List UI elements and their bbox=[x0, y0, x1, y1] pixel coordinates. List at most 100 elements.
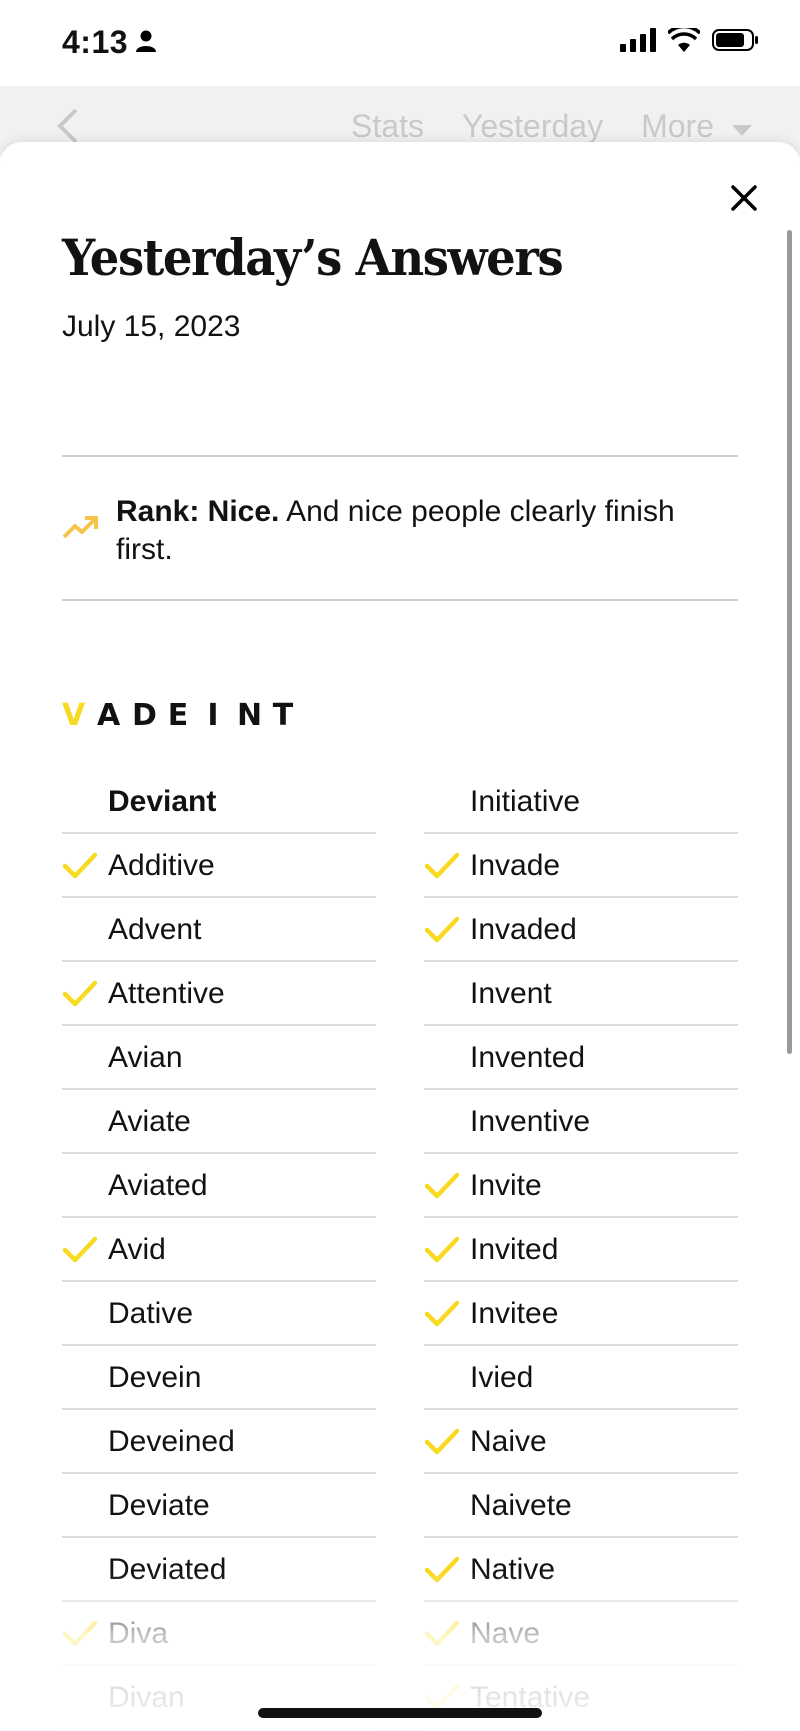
answer-word: Additive bbox=[108, 849, 215, 882]
answer-word: Invaded bbox=[470, 913, 577, 946]
outer-letter: E bbox=[167, 698, 189, 733]
answer-row: Divan bbox=[62, 1666, 376, 1730]
answer-word: Ivied bbox=[470, 1361, 534, 1394]
answer-row: Deviant bbox=[62, 770, 376, 834]
answer-word: Invented bbox=[470, 1041, 586, 1074]
outer-letter: D bbox=[132, 698, 157, 733]
answer-word: Invitee bbox=[470, 1297, 559, 1330]
cellular-signal-icon bbox=[620, 28, 656, 57]
nav-yesterday-link[interactable]: Yesterday bbox=[462, 108, 603, 145]
checkmark-icon bbox=[424, 1172, 460, 1200]
answer-row: Invaded bbox=[424, 898, 738, 962]
answer-word: Aviated bbox=[108, 1169, 208, 1202]
answer-row: Nave bbox=[424, 1602, 738, 1666]
answer-row: Additive bbox=[62, 834, 376, 898]
answer-row: Advent bbox=[62, 898, 376, 962]
answer-word: Naive bbox=[470, 1425, 547, 1458]
outer-letter: I bbox=[207, 698, 219, 733]
nav-links: Stats Yesterday More bbox=[351, 108, 752, 145]
checkmark-icon bbox=[62, 980, 98, 1008]
answer-row: Invented bbox=[424, 1026, 738, 1090]
nav-more-label: More bbox=[641, 108, 714, 144]
answer-word: Divan bbox=[108, 1681, 185, 1714]
close-icon bbox=[731, 185, 757, 211]
answer-word: Devein bbox=[108, 1361, 202, 1394]
answer-row: Aviate bbox=[62, 1090, 376, 1154]
checkmark-icon bbox=[424, 1556, 460, 1584]
puzzle-letters: V A D E I N T bbox=[62, 698, 294, 733]
answer-row: Devein bbox=[62, 1346, 376, 1410]
answer-row: Deviated bbox=[62, 1538, 376, 1602]
pangram-word: Deviant bbox=[108, 785, 217, 818]
nav-more-menu[interactable]: More bbox=[641, 108, 752, 145]
clock-time: 4:13 bbox=[62, 24, 129, 60]
answer-word: Invent bbox=[470, 977, 552, 1010]
answer-word: Deviate bbox=[108, 1489, 210, 1522]
answer-word: Native bbox=[470, 1553, 556, 1586]
answer-row: Inventive bbox=[424, 1090, 738, 1154]
status-bar: 4:13 bbox=[0, 0, 800, 86]
answer-list-right: Initiative Invade Invaded Invent Invented Inv… bbox=[424, 770, 738, 1730]
answer-word: Diva bbox=[108, 1617, 169, 1650]
status-time: 4:13 bbox=[62, 24, 157, 61]
close-button[interactable] bbox=[724, 178, 764, 218]
rank-text: Rank: Nice. And nice people clearly fini… bbox=[116, 493, 726, 569]
answer-row: Invite bbox=[424, 1154, 738, 1218]
checkmark-icon bbox=[424, 1300, 460, 1328]
checkmark-icon bbox=[424, 852, 460, 880]
answer-row: Avian bbox=[62, 1026, 376, 1090]
answer-row: Tentative bbox=[424, 1666, 738, 1730]
center-letter: V bbox=[62, 698, 86, 733]
checkmark-icon bbox=[424, 1620, 460, 1648]
answer-row: Avid bbox=[62, 1218, 376, 1282]
answer-row: Deviate bbox=[62, 1474, 376, 1538]
rank-label: Rank: Nice. bbox=[116, 495, 280, 528]
answer-row: Initiative bbox=[424, 770, 738, 834]
answer-row: Native bbox=[424, 1538, 738, 1602]
answer-row: Naive bbox=[424, 1410, 738, 1474]
answer-row: Invade bbox=[424, 834, 738, 898]
answer-row: Naivete bbox=[424, 1474, 738, 1538]
answer-word: Attentive bbox=[108, 977, 225, 1010]
answer-word: Initiative bbox=[470, 785, 581, 818]
home-indicator[interactable] bbox=[258, 1708, 542, 1718]
rank-summary: Rank: Nice. And nice people clearly fini… bbox=[62, 455, 738, 601]
yesterdays-answers-sheet: Yesterday’s Answers July 15, 2023 Rank: … bbox=[0, 142, 800, 1731]
wifi-icon bbox=[666, 24, 702, 57]
answer-row: Aviated bbox=[62, 1154, 376, 1218]
checkmark-icon bbox=[424, 1428, 460, 1456]
answer-row: Deveined bbox=[62, 1410, 376, 1474]
answer-word: Invited bbox=[470, 1233, 559, 1266]
battery-icon bbox=[712, 28, 760, 57]
outer-letter: A bbox=[97, 698, 121, 733]
answer-word: Avid bbox=[108, 1233, 166, 1266]
answer-word: Nave bbox=[470, 1617, 541, 1650]
answer-row: Invent bbox=[424, 962, 738, 1026]
answer-word: Inventive bbox=[470, 1105, 591, 1138]
trending-up-icon bbox=[62, 515, 98, 546]
scrollbar[interactable] bbox=[787, 230, 792, 1054]
answers-date: July 15, 2023 bbox=[62, 310, 241, 343]
answer-row: Dative bbox=[62, 1282, 376, 1346]
person-icon bbox=[136, 24, 157, 61]
caret-down-icon bbox=[732, 108, 752, 145]
page-title: Yesterday’s Answers bbox=[62, 228, 564, 287]
answer-row: Attentive bbox=[62, 962, 376, 1026]
answer-row: Diva bbox=[62, 1602, 376, 1666]
checkmark-icon bbox=[62, 1620, 98, 1648]
answer-list-left: Deviant Additive Advent Attentive Avian Aviat… bbox=[62, 770, 376, 1730]
checkmark-icon bbox=[62, 852, 98, 880]
answer-word: Avian bbox=[108, 1041, 183, 1074]
status-icons bbox=[620, 24, 760, 57]
answer-word: Deveined bbox=[108, 1425, 235, 1458]
answer-word: Aviate bbox=[108, 1105, 191, 1138]
answer-word: Deviated bbox=[108, 1553, 227, 1586]
checkmark-icon bbox=[424, 1236, 460, 1264]
answer-word: Naivete bbox=[470, 1489, 572, 1522]
checkmark-icon bbox=[62, 1236, 98, 1264]
checkmark-icon bbox=[424, 916, 460, 944]
answer-row: Invited bbox=[424, 1218, 738, 1282]
nav-stats-link[interactable]: Stats bbox=[351, 108, 424, 145]
answer-word: Invade bbox=[470, 849, 561, 882]
answer-row: Invitee bbox=[424, 1282, 738, 1346]
